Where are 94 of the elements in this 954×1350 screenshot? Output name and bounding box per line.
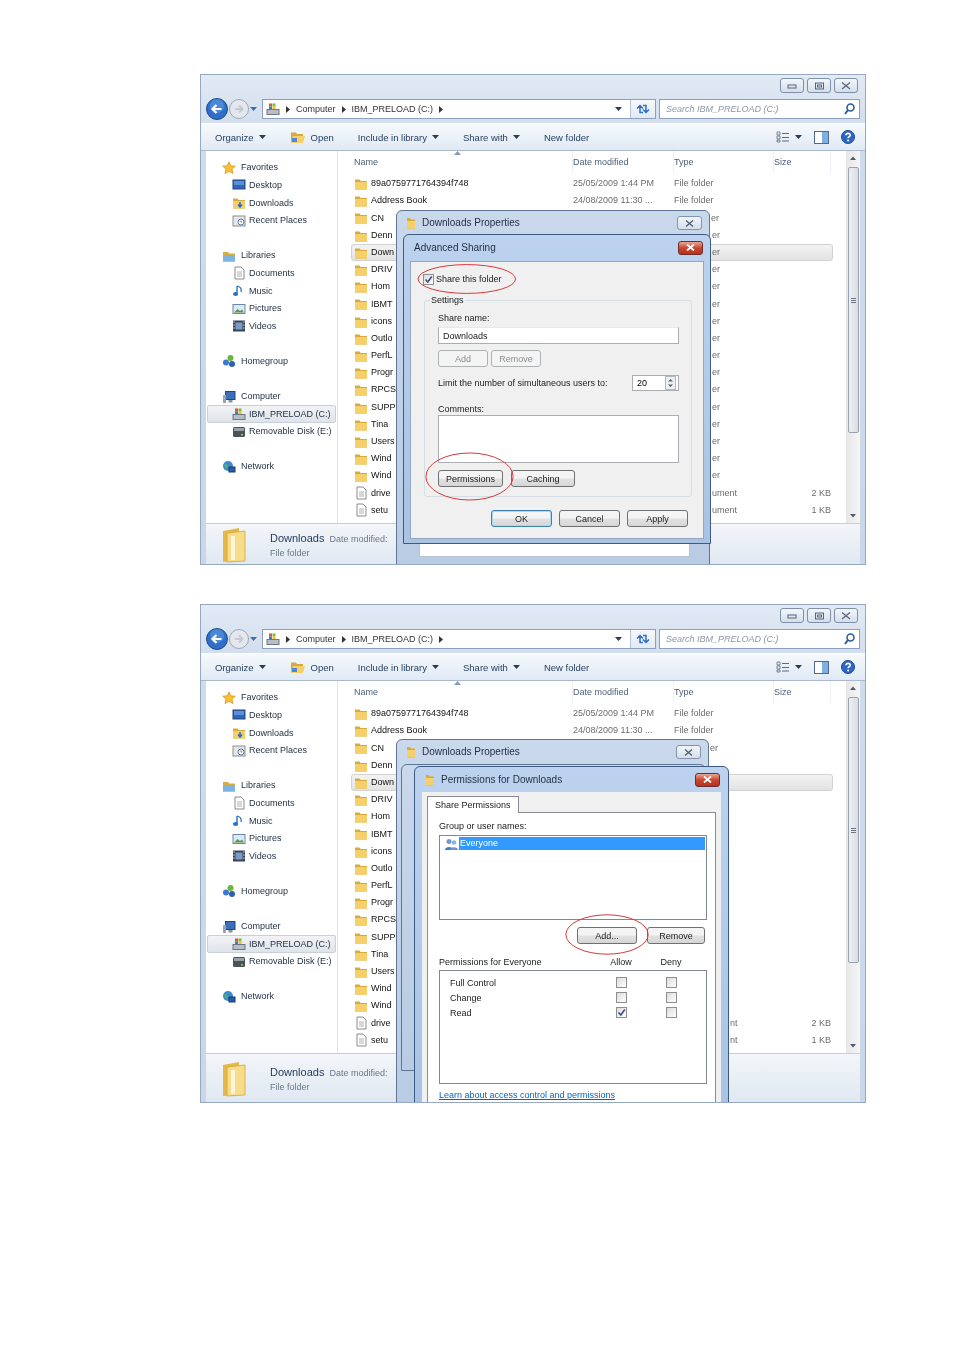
file-name: SUPP (371, 401, 396, 413)
file-name: SUPP (371, 931, 396, 943)
file-name: Down (371, 776, 395, 788)
file-name: Hom (371, 281, 391, 293)
file-name: Outlo (371, 862, 394, 874)
file-type: er (712, 281, 721, 293)
file-name: Outlo (371, 332, 394, 344)
file-type: er (712, 264, 721, 275)
file-type: nt (730, 1034, 739, 1046)
file-type: er (712, 315, 721, 327)
file-type: er (712, 401, 721, 413)
file-name: Users (371, 436, 396, 447)
field-label: Group or user names: (439, 820, 528, 832)
file-name: RPCS (371, 914, 396, 926)
file-type: ument (712, 487, 738, 499)
file-type: er (712, 350, 721, 361)
file-name: Wind (371, 1000, 393, 1012)
file-type: ument (712, 504, 738, 516)
file-name: Down (371, 246, 395, 258)
column-header: Deny (660, 956, 682, 968)
file-name: Hom (371, 811, 391, 823)
file-type: er (710, 742, 719, 754)
file-name: DRIV (371, 794, 394, 805)
file-name: Progr (371, 367, 394, 379)
modified-date: 24/08/2009 11:30 ... (573, 195, 654, 207)
file-type: er (712, 246, 721, 258)
dialog-title: Advanced Sharing (414, 241, 496, 254)
file-type: er (712, 470, 721, 482)
dialog-title: Downloads Properties (422, 217, 520, 229)
file-size: 1 KB (811, 1034, 831, 1046)
item-type: File folder (270, 1081, 311, 1093)
file-type: File folder (674, 195, 715, 207)
modified-date: 24/08/2009 11:30 ... (573, 725, 654, 737)
dialog-title: Downloads Properties (422, 746, 520, 758)
file-name: 89a0759771764394f748 (371, 708, 470, 719)
file-type: File folder (674, 725, 715, 737)
permission-label: Full Control (450, 976, 496, 989)
file-name: Wind (371, 470, 393, 482)
field-label: Permissions for Everyone (439, 956, 542, 968)
file-type: File folder (674, 708, 715, 719)
file-name: DRIV (371, 264, 394, 275)
file-name: IBMT (371, 828, 394, 840)
file-type: er (712, 384, 721, 396)
file-name: Wind (371, 983, 393, 994)
file-type: File folder (674, 178, 715, 189)
file-name: Address Book (371, 725, 429, 737)
file-size: 2 KB (811, 487, 831, 499)
file-type: er (712, 298, 721, 310)
file-name: Tina (371, 948, 390, 960)
file-name: setu (371, 504, 389, 516)
item-name: Downloads (270, 1065, 325, 1078)
item-name: Downloads (270, 531, 325, 544)
file-name: Progr (371, 897, 394, 909)
file-name: PerfL (371, 350, 394, 361)
column-header: Allow (610, 956, 632, 968)
file-type: er (712, 453, 721, 464)
field-label: Share name: (438, 312, 491, 325)
file-name: CN (371, 212, 385, 224)
group-label: Settings (430, 294, 465, 307)
file-type: er (712, 229, 721, 241)
file-name: Denn (371, 229, 394, 241)
file-name: Tina (371, 418, 390, 430)
file-type: er (712, 436, 721, 447)
file-type: er (712, 332, 721, 344)
modified-date: 25/05/2009 1:44 PM (573, 178, 656, 189)
file-type: nt (730, 1017, 739, 1029)
modified-date: 25/05/2009 1:44 PM (573, 708, 656, 719)
file-name: RPCS (371, 384, 396, 396)
file-type: er (712, 367, 721, 379)
field-label: Comments: (438, 403, 485, 416)
file-type: er (711, 212, 720, 224)
file-name: setu (371, 1034, 389, 1046)
field-label: Limit the number of simultaneous users to: (438, 377, 608, 390)
file-size: 2 KB (811, 1017, 831, 1029)
file-type: er (712, 418, 721, 430)
permission-label: Read (450, 1006, 472, 1019)
file-name: Wind (371, 453, 393, 464)
file-name: 89a0759771764394f748 (371, 178, 470, 189)
property-label: Date modified: (329, 1067, 388, 1078)
file-name: Users (371, 966, 396, 977)
file-name: drive (371, 487, 392, 499)
file-name: Denn (371, 759, 394, 771)
permission-label: Change (450, 991, 482, 1004)
file-name: IBMT (371, 298, 394, 310)
file-name: Address Book (371, 195, 429, 207)
file-name: icons (371, 845, 393, 857)
file-size: 1 KB (811, 504, 831, 516)
file-name: icons (371, 315, 393, 327)
file-name: drive (371, 1017, 392, 1029)
file-name: CN (371, 742, 385, 754)
file-name: PerfL (371, 880, 394, 891)
dialog-title: Permissions for Downloads (441, 773, 563, 786)
property-label: Date modified: (329, 533, 388, 544)
item-type: File folder (270, 547, 311, 559)
